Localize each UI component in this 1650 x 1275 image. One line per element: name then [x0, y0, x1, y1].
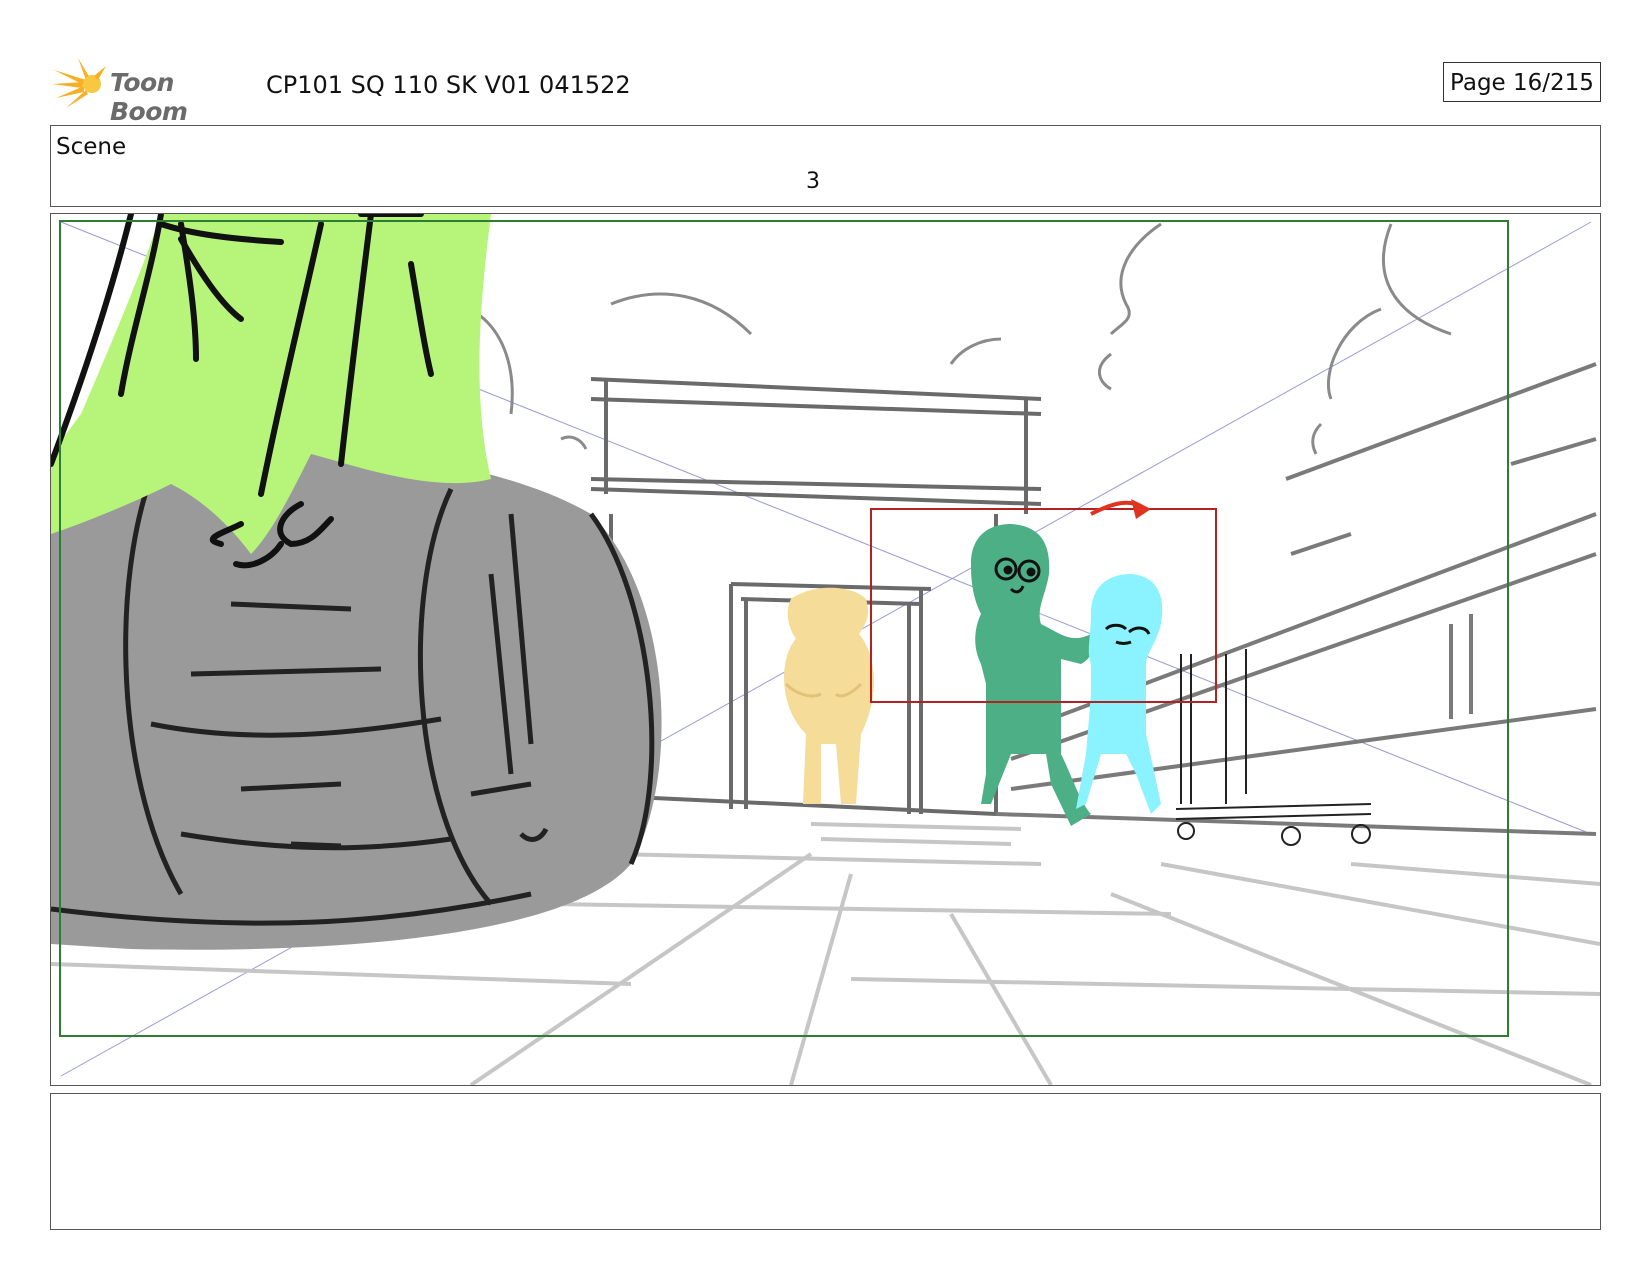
toon-boom-logo: Toon Boom: [52, 56, 252, 126]
page-header: Toon Boom CP101 SQ 110 SK V01 041522 Pag…: [52, 56, 1602, 126]
yellow-character: [784, 587, 874, 804]
storyboard-sketch-image: [51, 214, 1600, 1085]
page-number-box: Page 16/215: [1443, 62, 1601, 102]
document-title: CP101 SQ 110 SK V01 041522: [266, 71, 631, 99]
logo-text: Toon Boom: [110, 68, 188, 126]
scene-label: Scene: [56, 134, 127, 160]
starburst-icon: [52, 58, 106, 108]
notes-box: [50, 1093, 1601, 1230]
scene-number: 3: [806, 169, 820, 194]
cyan-character: [1076, 574, 1163, 814]
scene-box: Scene 3: [50, 125, 1601, 207]
storyboard-panel: [50, 213, 1601, 1086]
